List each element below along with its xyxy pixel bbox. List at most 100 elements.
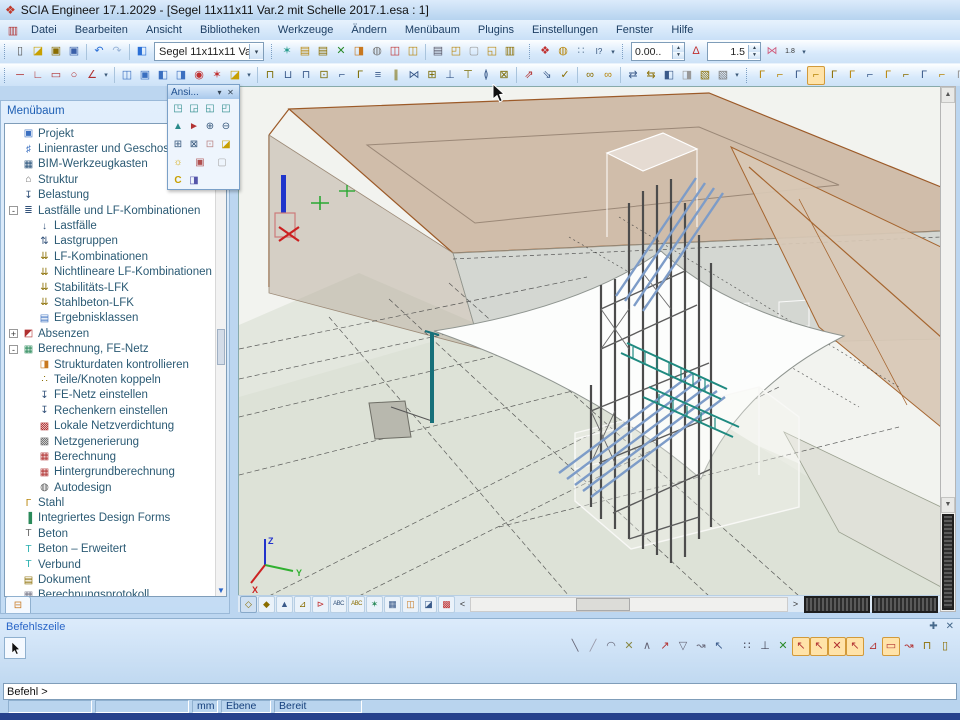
haunch-icon[interactable]: Γ [351, 66, 369, 85]
curve-snap-icon[interactable]: ↝ [900, 637, 918, 656]
angle-icon[interactable]: ∠ [83, 66, 101, 85]
results-window-icon[interactable]: ◫ [404, 42, 422, 61]
graphic-window[interactable]: Z Y X [238, 86, 941, 596]
toolbar-overflow-button[interactable]: ▾ [244, 71, 254, 79]
toolbar-overflow-button[interactable]: ▾ [101, 71, 111, 79]
new-project-icon[interactable]: ▯ [11, 42, 29, 61]
tree-item[interactable]: ◨ Strukturdaten kontrollieren [5, 357, 226, 372]
merge-nodes-icon[interactable]: ∞ [581, 66, 599, 85]
menu-item[interactable]: Einstellungen [523, 22, 607, 38]
tree-scrollbar[interactable]: ▼ [215, 124, 226, 596]
snap-line-icon[interactable]: ╱ [584, 637, 602, 656]
spin-down-button[interactable]: ▼ [749, 52, 760, 59]
zoom-all-icon[interactable]: ⊠ [186, 136, 202, 152]
tree-item[interactable]: ↓ Lastfälle [5, 218, 226, 233]
paste-add-data-icon[interactable]: ◨ [678, 66, 696, 85]
move-icon[interactable]: ◧ [154, 66, 172, 85]
tree-expander[interactable]: + [9, 329, 18, 338]
load-panel-icon[interactable]: ⊠ [495, 66, 513, 85]
tree-scrollbar-thumb[interactable] [217, 329, 225, 365]
node-snap-icon[interactable]: ↖ [810, 637, 828, 656]
tree-expander[interactable]: - [9, 206, 18, 215]
rectangle-icon[interactable]: ▭ [47, 66, 65, 85]
statusbar-cell[interactable]: Bereit [274, 700, 362, 713]
scroll-right-button[interactable]: > [789, 598, 802, 611]
light-icon[interactable]: ☼ [170, 154, 186, 170]
tree-item[interactable]: ↧ Rechenkern einstellen [5, 403, 226, 418]
tree-item[interactable]: ▤ Ergebnisklassen [5, 311, 226, 326]
snap-curve-icon[interactable]: ↝ [692, 637, 710, 656]
spin-up-button[interactable]: ▲ [673, 45, 684, 52]
viewport-hscrollbar-track[interactable] [470, 597, 788, 612]
search-table-icon[interactable]: ◍ [554, 42, 572, 61]
scroll-down-button[interactable]: ▼ [941, 497, 955, 513]
tree-item[interactable]: ▩ Netzgenerierung [5, 434, 226, 449]
window-layout-icon[interactable]: ◧ [133, 42, 151, 61]
paste-icon[interactable]: ◨ [172, 66, 190, 85]
member-labels-icon[interactable]: ABC [348, 596, 365, 613]
rotate-wheel-vertical[interactable] [942, 514, 954, 610]
storeys-icon[interactable]: ▤ [314, 42, 332, 61]
column-head-icon[interactable]: ⊓ [297, 66, 315, 85]
column-icon[interactable]: ⊓ [261, 66, 279, 85]
toolbar-drag-handle[interactable] [4, 68, 7, 83]
menu-item[interactable]: Ändern [342, 22, 395, 38]
tracking-icon[interactable]: Δ [687, 42, 705, 61]
hatch-members-icon[interactable]: ▧ [696, 66, 714, 85]
tree-item[interactable]: ⇅ Lastgruppen [5, 234, 226, 249]
selection-default-icon[interactable]: ↖ [710, 637, 728, 656]
scroll-up-button[interactable]: ▲ [941, 87, 955, 103]
bim-clipboard-icon[interactable]: ◨ [350, 42, 368, 61]
statusbar-cell[interactable] [95, 700, 189, 713]
support-gap-icon[interactable]: ⌐ [933, 66, 951, 85]
coordinate-spinbox[interactable]: 0.00.. ▲ ▼ [631, 42, 685, 61]
layers-icon[interactable]: ▤ [296, 42, 314, 61]
activity-toggle-icon[interactable]: ✶ [208, 66, 226, 85]
rib-icon[interactable]: ⌐ [333, 66, 351, 85]
toolbar-overflow-button[interactable]: ▾ [608, 48, 618, 56]
menu-item[interactable]: Plugins [469, 22, 523, 38]
visibility-eye-icon[interactable]: ◉ [190, 66, 208, 85]
chevron-down-icon[interactable]: ▾ [214, 88, 225, 97]
multicopy-icon[interactable]: ▣ [136, 66, 154, 85]
orthogonal-snap-icon[interactable]: ✕ [828, 637, 846, 656]
zoom-selection-icon[interactable]: ⊡ [202, 136, 218, 152]
tree-expander[interactable]: - [9, 345, 18, 354]
support-point-icon[interactable]: Γ [825, 66, 843, 85]
mesh-sphere-icon[interactable]: ◍ [368, 42, 386, 61]
tree-item[interactable]: + ◩ Absenzen [5, 326, 226, 341]
statusbar-cell[interactable] [8, 700, 92, 713]
viewport-hscrollbar-thumb[interactable] [576, 598, 630, 611]
document-menu-icon[interactable]: ▥ [4, 24, 22, 37]
arc-center-snap-icon[interactable]: ⊿ [864, 637, 882, 656]
clipping-box-icon[interactable]: C [170, 172, 186, 188]
disconnect-members-icon[interactable]: ⇆ [642, 66, 660, 85]
polyline-icon[interactable]: ∟ [29, 66, 47, 85]
snap-edge-icon[interactable]: ↗ [656, 637, 674, 656]
engineering-report-icon[interactable]: ▥ [501, 42, 519, 61]
font-factor-icon[interactable]: 1.8 [781, 42, 799, 61]
tree-item[interactable]: ◍ Autodesign [5, 480, 226, 495]
tree-item[interactable]: ▐ Integriertes Design Forms [5, 511, 226, 526]
scrollbar-track[interactable] [941, 103, 955, 497]
ucs-icon[interactable]: ⊿ [294, 596, 311, 613]
menu-item[interactable]: Fenster [607, 22, 662, 38]
chevron-down-icon[interactable]: ▾ [249, 44, 263, 59]
tree-item[interactable]: ⇊ Stahlbeton-LFK [5, 295, 226, 310]
tree-item[interactable]: ⇊ LF-Kombinationen [5, 249, 226, 264]
connect-members-icon[interactable]: ⇄ [624, 66, 642, 85]
support-hinged-icon[interactable]: ⌐ [771, 66, 789, 85]
menu-item[interactable]: Bibliotheken [191, 22, 269, 38]
label-flag-icon[interactable]: ⊳ [312, 596, 329, 613]
snap-free-icon[interactable]: ╲ [566, 637, 584, 656]
view-x-direction-icon[interactable]: ◳ [170, 100, 186, 116]
save-as-icon[interactable]: ▣ [65, 42, 83, 61]
support-fixed-icon[interactable]: Γ [753, 66, 771, 85]
fast-view-icon[interactable]: ◫ [402, 596, 419, 613]
truss-icon[interactable]: ⋈ [405, 66, 423, 85]
tree-item[interactable]: ▦ Hintergrundberechnung [5, 465, 226, 480]
render-wireframe-icon[interactable]: ◇ [240, 596, 257, 613]
support-sliding-icon[interactable]: Γ [789, 66, 807, 85]
tree-item[interactable]: ⇊ Stabilitäts-LFK [5, 280, 226, 295]
picture-gallery-icon[interactable]: ◱ [483, 42, 501, 61]
